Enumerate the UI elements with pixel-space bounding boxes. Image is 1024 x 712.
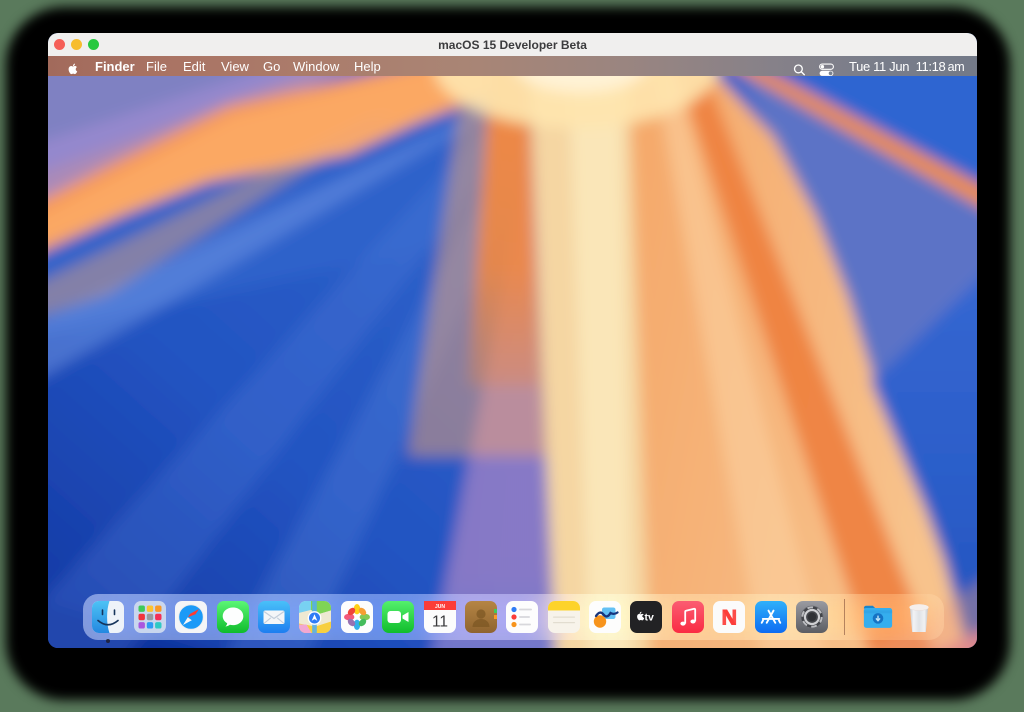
svg-text:tv: tv [645,611,654,623]
svg-text:11: 11 [431,614,447,631]
svg-text:JUN: JUN [435,604,445,610]
